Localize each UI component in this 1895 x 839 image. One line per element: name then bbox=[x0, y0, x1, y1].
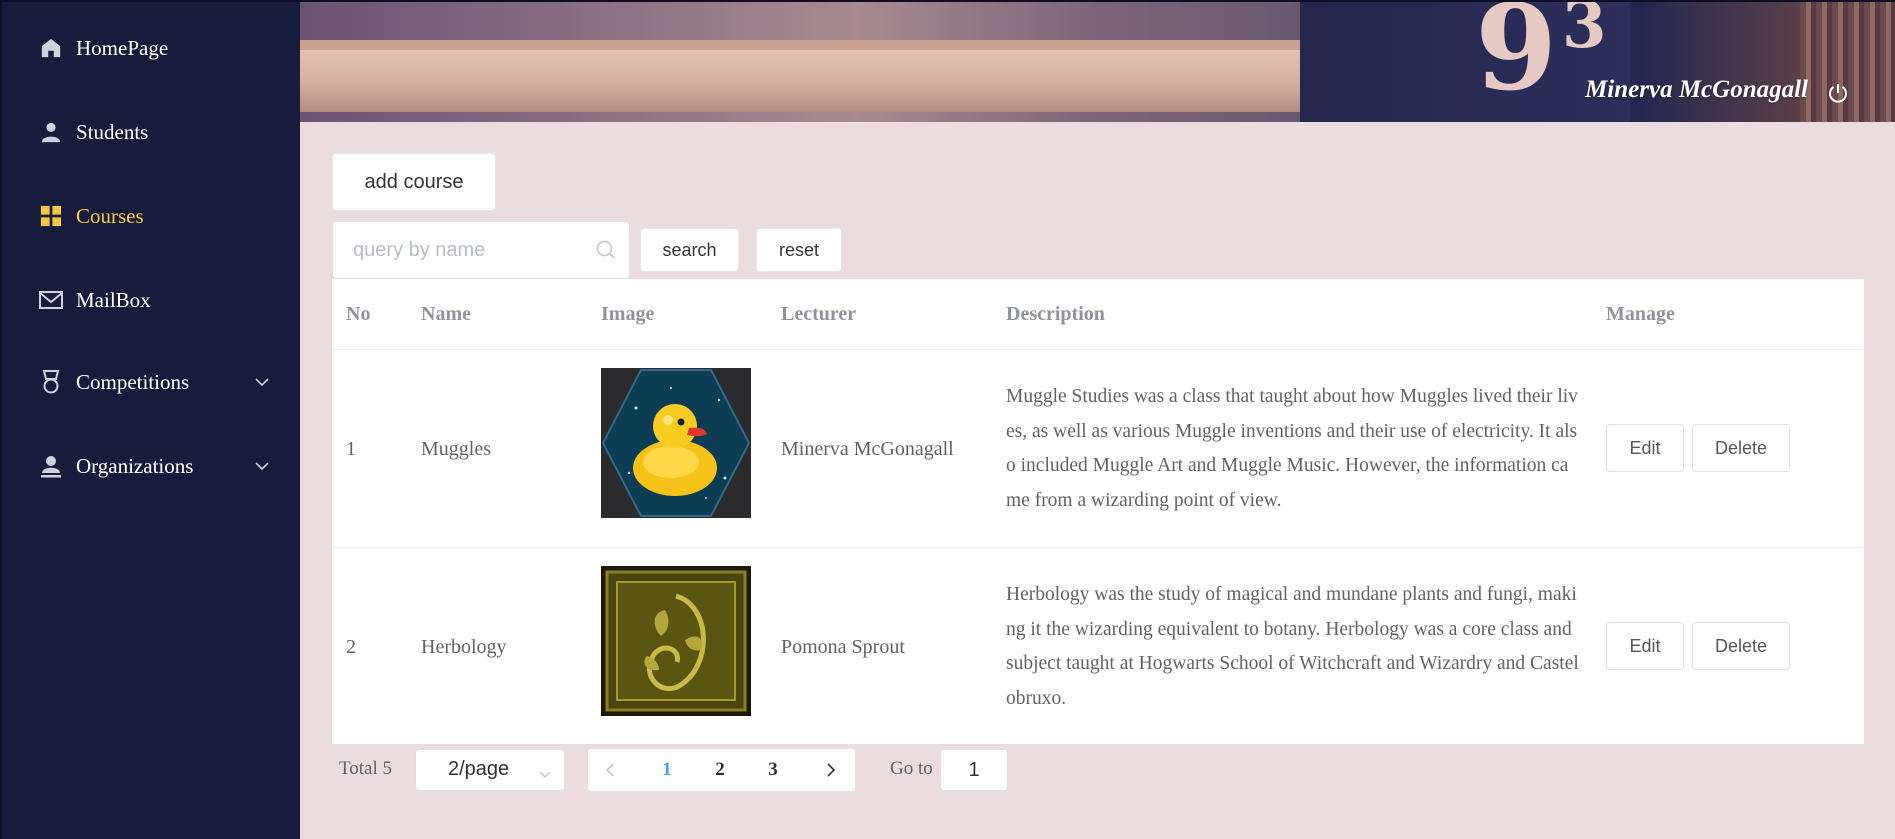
page-size-value: 2/page bbox=[448, 758, 510, 780]
reset-button[interactable]: reset bbox=[756, 228, 842, 272]
edit-button[interactable]: Edit bbox=[1606, 424, 1684, 472]
mail-icon bbox=[39, 288, 63, 312]
page-size-select[interactable]: 2/page bbox=[415, 749, 565, 791]
user-name: Minerva McGonagall bbox=[1585, 76, 1808, 103]
sidebar-item-competitions[interactable]: Competitions bbox=[2, 340, 300, 424]
column-header-description: Description bbox=[1006, 302, 1105, 325]
rubber-duck-image bbox=[601, 368, 751, 518]
cell-name: Herbology bbox=[421, 635, 507, 658]
herbology-book-image bbox=[601, 566, 751, 716]
pagination-total: Total 5 bbox=[339, 758, 393, 779]
sidebar-item-students[interactable]: Students bbox=[2, 90, 300, 174]
column-header-image: Image bbox=[601, 302, 655, 325]
chevron-down-icon bbox=[538, 764, 552, 779]
search-icon bbox=[595, 239, 617, 261]
search-button[interactable]: search bbox=[640, 228, 739, 272]
cell-description: Herbology was the study of magical and m… bbox=[1006, 584, 1579, 709]
sidebar-item-organizations[interactable]: Organizations bbox=[2, 424, 300, 508]
sidebar-item-label: Organizations bbox=[76, 453, 194, 478]
banner-plank-decoration bbox=[300, 50, 1360, 112]
medal-icon bbox=[39, 370, 63, 394]
delete-button[interactable]: Delete bbox=[1692, 622, 1790, 670]
chevron-down-icon bbox=[254, 374, 270, 390]
user-icon bbox=[39, 120, 63, 144]
search-input[interactable] bbox=[353, 222, 593, 278]
next-page-icon[interactable] bbox=[811, 749, 851, 791]
sidebar-item-label: HomePage bbox=[76, 35, 169, 60]
edit-button[interactable]: Edit bbox=[1606, 622, 1684, 670]
page-3[interactable]: 3 bbox=[753, 749, 793, 791]
sidebar-item-label: MailBox bbox=[76, 287, 151, 312]
goto-page-input[interactable]: 1 bbox=[940, 749, 1008, 791]
org-icon bbox=[39, 454, 63, 478]
cell-no: 1 bbox=[346, 437, 356, 460]
home-icon bbox=[39, 36, 63, 60]
sidebar-item-mailbox[interactable]: MailBox bbox=[2, 258, 300, 342]
sidebar: HomePage Students Courses MailBox Compet… bbox=[0, 0, 300, 839]
table-row: 2 Herbology Pomona Sprout Herbology was … bbox=[332, 547, 1864, 745]
grid-icon bbox=[39, 204, 63, 228]
cell-lecturer: Pomona Sprout bbox=[781, 635, 905, 658]
power-icon[interactable] bbox=[1826, 81, 1850, 105]
sidebar-item-courses[interactable]: Courses bbox=[2, 174, 300, 258]
cell-name: Muggles bbox=[421, 437, 491, 460]
sidebar-item-label: Students bbox=[76, 119, 149, 144]
chevron-down-icon bbox=[254, 458, 270, 474]
page-2[interactable]: 2 bbox=[700, 749, 740, 791]
delete-button[interactable]: Delete bbox=[1692, 424, 1790, 472]
add-course-button[interactable]: add course bbox=[332, 153, 496, 211]
cell-lecturer: Minerva McGonagall bbox=[781, 437, 954, 460]
column-header-no: No bbox=[346, 302, 371, 325]
prev-page-icon[interactable] bbox=[590, 749, 630, 791]
column-header-lecturer: Lecturer bbox=[781, 302, 857, 325]
platform-sign-fraction: 3 bbox=[1562, 0, 1607, 63]
cell-description: Muggle Studies was a class that taught a… bbox=[1006, 386, 1578, 511]
table-row: 1 Muggles Minerva McGonagall Muggle Stud… bbox=[332, 349, 1864, 547]
column-header-manage: Manage bbox=[1606, 302, 1675, 325]
column-header-name: Name bbox=[421, 302, 471, 325]
search-field bbox=[332, 221, 630, 279]
pager: 1 2 3 bbox=[588, 749, 855, 791]
sidebar-item-label: Competitions bbox=[76, 369, 190, 394]
goto-label: Go to bbox=[890, 758, 933, 779]
courses-table: No Name Image Lecturer Description Manag… bbox=[332, 279, 1864, 744]
cell-no: 2 bbox=[346, 635, 356, 658]
sidebar-item-homepage[interactable]: HomePage bbox=[2, 6, 300, 90]
page-1[interactable]: 1 bbox=[647, 749, 687, 791]
sidebar-item-label: Courses bbox=[76, 203, 144, 228]
